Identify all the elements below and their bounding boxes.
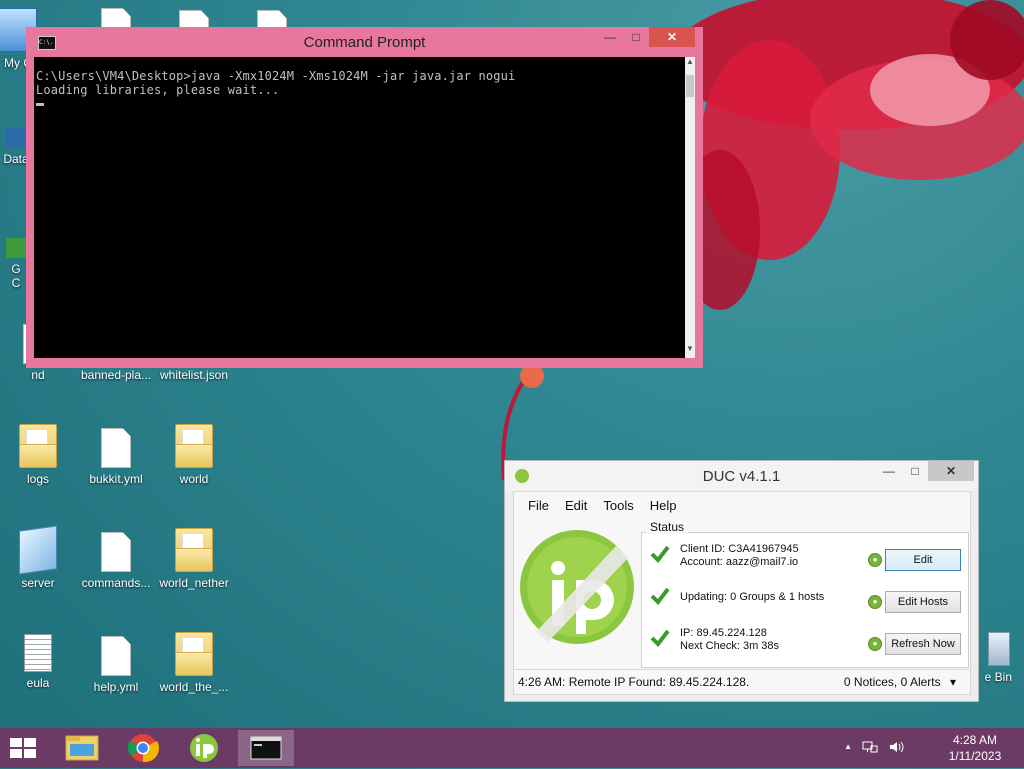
file-icon [101, 636, 131, 676]
text-file-icon [24, 634, 52, 672]
refresh-now-button[interactable]: Refresh Now [885, 633, 961, 655]
next-check-text: Next Check: 3m 38s [680, 640, 780, 652]
folder-icon [175, 632, 213, 676]
network-icon[interactable] [862, 740, 878, 754]
close-button[interactable]: ✕ [649, 27, 695, 47]
duc-window[interactable]: DUC v4.1.1 — □ ✕ File Edit Tools Help Cl… [504, 460, 979, 702]
taskbar-file-explorer[interactable] [54, 730, 110, 766]
maximize-button[interactable]: □ [902, 461, 928, 481]
desktop-icon-logs[interactable]: logs [2, 424, 74, 486]
text-cursor [36, 103, 44, 106]
cmd-vertical-scrollbar[interactable]: ▲ ▼ [685, 57, 695, 358]
console-line: C:\Users\VM4\Desktop>java -Xmx1024M -Xms… [36, 69, 516, 83]
checkmark-icon [650, 545, 670, 563]
close-button[interactable]: ✕ [928, 461, 974, 481]
checkmark-icon [650, 587, 670, 605]
updating-text: Updating: 0 Groups & 1 hosts [680, 591, 825, 603]
menu-tools[interactable]: Tools [595, 492, 641, 518]
desktop-icon-world[interactable]: world [158, 424, 230, 486]
desktop-icon-world-nether[interactable]: world_nether [158, 528, 230, 590]
system-tray: ▲ [844, 740, 904, 754]
checkmark-icon [650, 629, 670, 647]
tray-chevron-icon[interactable]: ▲ [844, 740, 852, 754]
taskbar-command-prompt[interactable] [238, 730, 294, 766]
duc-icon [190, 734, 218, 762]
minimize-button[interactable]: — [597, 27, 623, 47]
folder-icon [175, 528, 213, 572]
desktop-icon-world-the-end[interactable]: world_the_... [158, 632, 230, 694]
file-icon [101, 428, 131, 468]
notices-alerts-dropdown[interactable]: 0 Notices, 0 Alerts ▾ [844, 675, 956, 689]
statusbar-message: 4:26 AM: Remote IP Found: 89.45.224.128. [518, 675, 750, 689]
desktop-icon-server[interactable]: server [2, 525, 74, 590]
desktop-icon-bukkit-yml[interactable]: bukkit.yml [80, 426, 152, 486]
menu-edit[interactable]: Edit [557, 492, 595, 518]
file-icon [101, 532, 131, 572]
desktop-icon-help-yml[interactable]: help.yml [80, 634, 152, 694]
clock-time: 4:28 AM [952, 733, 998, 747]
console-line: Loading libraries, please wait... [36, 83, 280, 97]
menu-help[interactable]: Help [642, 492, 685, 518]
chrome-icon [127, 734, 159, 763]
folder-icon [19, 424, 57, 468]
command-prompt-icon [250, 736, 282, 760]
edit-hosts-button[interactable]: Edit Hosts [885, 591, 961, 613]
folder-icon [175, 424, 213, 468]
status-ok-icon: ● [868, 553, 882, 567]
maximize-button[interactable]: □ [623, 27, 649, 47]
client-id-text: Client ID: C3A41967945 [680, 543, 799, 555]
clock-date: 1/11/2023 [948, 749, 1002, 763]
shortcut-icon [6, 238, 26, 258]
taskbar-duc[interactable] [176, 730, 232, 766]
file-explorer-icon [65, 735, 99, 761]
menu-file[interactable]: File [520, 492, 557, 518]
minimize-button[interactable]: — [876, 461, 902, 481]
scroll-thumb[interactable] [686, 75, 694, 97]
status-ok-icon: ● [868, 637, 882, 651]
status-group: Client ID: C3A41967945 Account: aazz@mai… [641, 532, 969, 668]
recycle-bin-icon [988, 632, 1010, 666]
scroll-down-icon[interactable]: ▼ [685, 344, 695, 358]
edit-button[interactable]: Edit [885, 549, 961, 571]
taskbar: ▲ 4:28 AM 1/11/2023 [0, 728, 1024, 768]
duc-statusbar: 4:26 AM: Remote IP Found: 89.45.224.128.… [514, 669, 970, 694]
account-text: Account: aazz@mail7.io [680, 556, 799, 568]
shortcut-icon [6, 128, 26, 148]
ip-text: IP: 89.45.224.128 [680, 627, 767, 639]
status-ok-icon: ● [868, 595, 882, 609]
cmd-titlebar[interactable]: C:\. Command Prompt — □ ✕ [26, 27, 703, 57]
volume-icon[interactable] [888, 740, 904, 754]
scroll-up-icon[interactable]: ▲ [685, 57, 695, 71]
duc-menubar: File Edit Tools Help [514, 492, 970, 518]
taskbar-chrome[interactable] [115, 730, 171, 766]
duc-titlebar[interactable]: DUC v4.1.1 — □ ✕ [505, 461, 978, 491]
console-output[interactable]: C:\Users\VM4\Desktop>java -Xmx1024M -Xms… [34, 57, 685, 358]
desktop-icon-commands[interactable]: commands... [80, 530, 152, 590]
notepad-icon [19, 525, 57, 575]
status-group-label: Status [646, 520, 689, 534]
noip-logo-icon [520, 530, 634, 644]
desktop-icon-eula[interactable]: eula [2, 634, 74, 690]
taskbar-clock[interactable]: 4:28 AM 1/11/2023 [940, 732, 1010, 764]
windows-start-icon[interactable] [8, 736, 38, 760]
command-prompt-window[interactable]: C:\. Command Prompt — □ ✕ C:\Users\VM4\D… [26, 27, 703, 368]
chevron-down-icon: ▾ [949, 675, 956, 689]
